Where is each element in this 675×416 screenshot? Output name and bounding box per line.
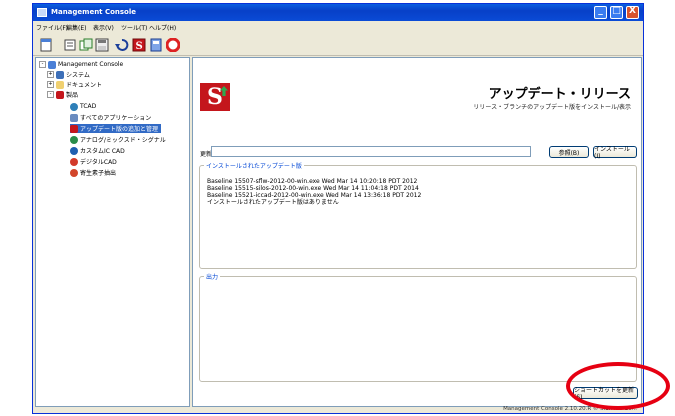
browse-button[interactable]: 参照(B) — [549, 146, 589, 158]
installed-update-line: Baseline 15521-iccad-2012-00-win.exe Wed… — [207, 192, 422, 199]
silvaco-icon[interactable]: S — [132, 38, 146, 52]
menu-help[interactable]: ヘルプ(H) — [149, 23, 176, 32]
system-icon — [56, 70, 64, 79]
update-path-input[interactable] — [211, 146, 531, 157]
silvaco-logo: S — [200, 83, 230, 111]
products-icon — [56, 90, 64, 99]
main-panel: S アップデート・リリース リリース・ブランチのアップデート版をインストール/表… — [192, 57, 642, 407]
console-icon — [48, 60, 56, 69]
maximize-button[interactable]: □ — [610, 6, 623, 19]
refresh-icon[interactable] — [115, 38, 129, 52]
menu-edit[interactable]: 編集(E) — [66, 23, 86, 32]
custom-ic-icon — [70, 146, 78, 155]
status-text: Management Console 2.10.20.R © SILVACO 2… — [503, 406, 637, 412]
book-icon[interactable] — [149, 38, 163, 52]
tcad-icon — [70, 102, 78, 111]
install-button[interactable]: インストール(I) — [593, 146, 637, 160]
installed-update-line: Baseline 15515-silos-2012-00-win.exe Wed… — [207, 185, 419, 192]
close-button[interactable]: X — [626, 6, 639, 19]
collapse-icon[interactable]: - — [47, 91, 54, 98]
tree-item-parasitic[interactable]: 寄生素子抽出 — [70, 168, 116, 177]
document-icon — [56, 80, 64, 89]
expand-icon[interactable]: + — [47, 81, 54, 88]
tree-item-tcad[interactable]: TCAD — [70, 102, 96, 111]
installed-updates-list: Baseline 15507-sflw-2012-00-win.exe Wed … — [207, 178, 421, 206]
page-title: アップデート・リリース — [488, 87, 631, 102]
menu-tools[interactable]: ツール(T) — [121, 23, 147, 32]
installed-update-line: インストールされたアップデート版はありません — [207, 199, 339, 206]
tree-item-custom-ic[interactable]: カスタムIC CAD — [70, 146, 125, 155]
installed-updates-legend: インストールされたアップデート版 — [206, 163, 302, 170]
navigation-tree: - Management Console + システム + ドキュメント - 製… — [35, 57, 190, 407]
help-icon[interactable] — [166, 38, 180, 52]
tree-item-digital[interactable]: デジタルCAD — [70, 157, 117, 166]
tree-item-documents[interactable]: + ドキュメント — [47, 80, 102, 89]
tree-item-root[interactable]: - Management Console — [39, 60, 123, 69]
app-icon — [37, 8, 47, 17]
expand-icon[interactable]: + — [47, 71, 54, 78]
analog-icon — [70, 135, 78, 144]
open-icon[interactable] — [63, 38, 77, 52]
parasitic-icon — [70, 168, 78, 177]
tree-item-system[interactable]: + システム — [47, 70, 90, 79]
menu-file[interactable]: ファイル(F) — [36, 23, 68, 32]
copy-icon[interactable] — [79, 38, 93, 52]
page-subtitle: リリース・ブランチのアップデート版をインストール/表示 — [473, 104, 631, 111]
svg-text:S: S — [136, 41, 143, 52]
tree-item-update-management[interactable]: アップデート版の追加と管理 — [70, 124, 162, 133]
management-console-window: Management Console _ □ X ファイル(F) 編集(E) 表… — [32, 3, 644, 414]
window-title: Management Console — [51, 8, 137, 16]
update-shortcut-button[interactable]: ショートカットを更新(S) — [573, 387, 638, 401]
menu-bar: ファイル(F) 編集(E) 表示(V) ツール(T) ヘルプ(H) — [33, 21, 643, 33]
toolbar: S — [33, 34, 643, 56]
apps-icon — [70, 113, 78, 122]
tree-item-all-applications[interactable]: すべてのアプリケーション — [70, 113, 151, 122]
output-group: 出力 — [199, 272, 637, 382]
collapse-icon[interactable]: - — [39, 61, 46, 68]
tree-item-analog[interactable]: アナログ/ミックスド・シグナル — [70, 135, 166, 144]
output-legend: 出力 — [206, 274, 219, 281]
tree-item-products[interactable]: - 製品 — [47, 90, 78, 99]
menu-view[interactable]: 表示(V) — [93, 23, 114, 32]
save-icon[interactable] — [95, 38, 109, 52]
installed-update-line: Baseline 15507-sflw-2012-00-win.exe Wed … — [207, 178, 418, 185]
digital-icon — [70, 157, 78, 166]
new-icon[interactable] — [39, 38, 53, 52]
minimize-button[interactable]: _ — [594, 6, 607, 19]
update-icon — [70, 124, 78, 133]
title-bar[interactable]: Management Console _ □ X — [33, 4, 643, 21]
status-bar: Management Console 2.10.20.R © SILVACO 2… — [33, 406, 643, 414]
